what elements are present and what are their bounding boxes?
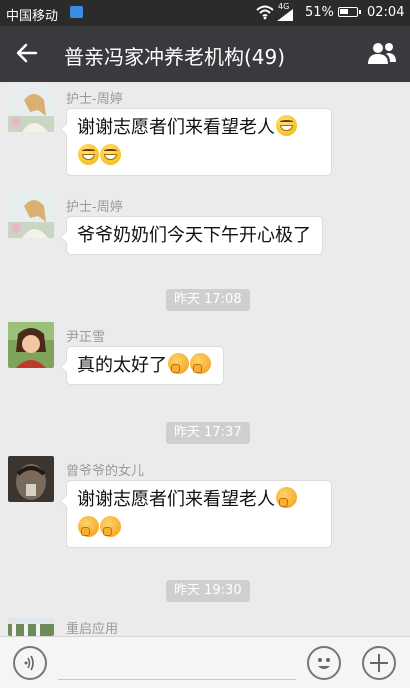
battery-fill [340, 9, 348, 14]
group-members-icon[interactable] [366, 40, 398, 66]
shy-emoji-icon [78, 516, 99, 537]
battery-icon [338, 7, 361, 17]
plus-icon[interactable] [362, 646, 396, 680]
voice-icon[interactable] [13, 646, 47, 680]
carrier-label: 中国移动 [6, 9, 59, 24]
message-input[interactable] [58, 647, 296, 680]
chat-title: 普亲冯家冲养老机构(49) [64, 45, 286, 69]
emoji-icon[interactable] [307, 646, 341, 680]
sender-name: 重启应用 [66, 622, 119, 637]
grin-emoji-icon [100, 144, 121, 165]
avatar[interactable] [8, 192, 54, 238]
message-bubble[interactable]: 谢谢志愿者们来看望老人 [60, 480, 332, 548]
avatar[interactable] [8, 86, 54, 132]
sender-name: 尹正雪 [66, 330, 106, 345]
message-text: 真的太好了 [77, 355, 167, 376]
message-text: 谢谢志愿者们来看望老人 [77, 489, 275, 510]
avatar[interactable] [8, 322, 54, 368]
input-bar [0, 636, 410, 688]
status-bar: 中国移动 4G 51% 02:04 [0, 0, 410, 26]
signal-icon [277, 9, 293, 21]
avatar[interactable] [8, 456, 54, 502]
wifi-icon [256, 5, 274, 20]
shy-emoji-icon [100, 516, 121, 537]
timestamp: 昨天 19:30 [166, 580, 250, 602]
timestamp: 昨天 17:37 [166, 422, 250, 444]
grin-emoji-icon [78, 144, 99, 165]
timestamp: 昨天 17:08 [166, 289, 250, 311]
sender-name: 曾爷爷的女儿 [66, 464, 145, 479]
message-text: 爷爷奶奶们今天下午开心极了 [77, 225, 311, 246]
battery-percent: 51% [305, 5, 334, 20]
shy-emoji-icon [276, 487, 297, 508]
notification-icon [70, 6, 83, 18]
shy-emoji-icon [190, 353, 211, 374]
sender-name: 护士-周婷 [66, 200, 123, 215]
message-bubble[interactable]: 爷爷奶奶们今天下午开心极了 [60, 216, 323, 255]
avatar[interactable] [8, 618, 54, 636]
message-bubble[interactable]: 真的太好了 [60, 346, 224, 385]
sender-name: 护士-周婷 [66, 92, 123, 107]
chat-header: 普亲冯家冲养老机构(49) [0, 26, 410, 82]
clock: 02:04 [367, 5, 405, 20]
back-arrow-icon[interactable] [14, 40, 40, 66]
message-bubble[interactable]: 谢谢志愿者们来看望老人 [60, 108, 332, 176]
message-text: 谢谢志愿者们来看望老人 [77, 117, 275, 138]
grin-emoji-icon [276, 115, 297, 136]
shy-emoji-icon [168, 353, 189, 374]
